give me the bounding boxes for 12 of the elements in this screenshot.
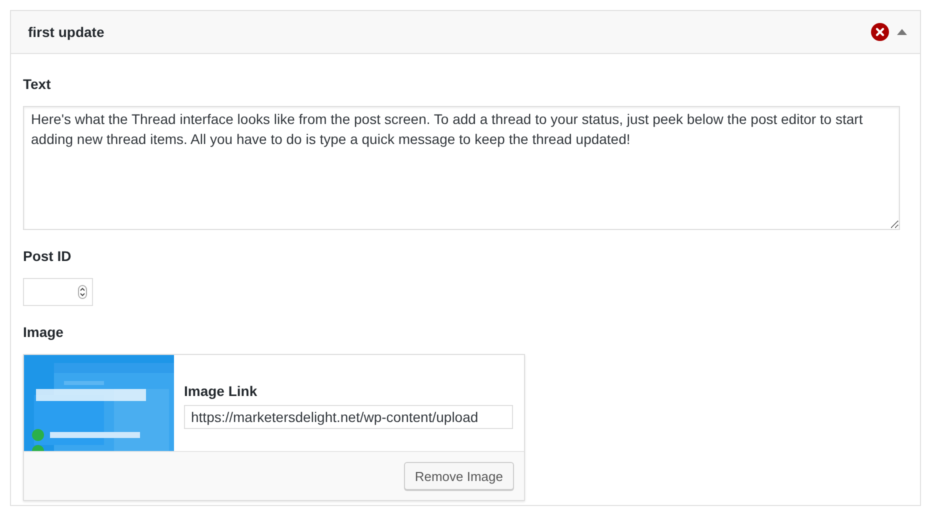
- toggle-icon[interactable]: [897, 29, 907, 35]
- field-label: Image Link: [184, 383, 258, 399]
- spinner-icon[interactable]: [78, 285, 87, 299]
- field-label: Text: [23, 76, 51, 92]
- field-label: Post ID: [23, 248, 72, 264]
- url-field[interactable]: https://marketersdelight.net/wp-content/upload: [184, 405, 513, 429]
- panel-title: first update: [28, 24, 106, 40]
- text-area[interactable]: Here's what the Thread interface looks like from the post screen. To add a thread to your status, just peek below the post editor to start adding new thread items. All you have to do is type a quick message to keep the thread updated!: [23, 106, 900, 230]
- remove-icon[interactable]: [871, 23, 889, 41]
- number-input[interactable]: [23, 278, 93, 306]
- remove-image-button[interactable]: Remove Image: [404, 462, 514, 490]
- field-label: Image: [23, 324, 64, 340]
